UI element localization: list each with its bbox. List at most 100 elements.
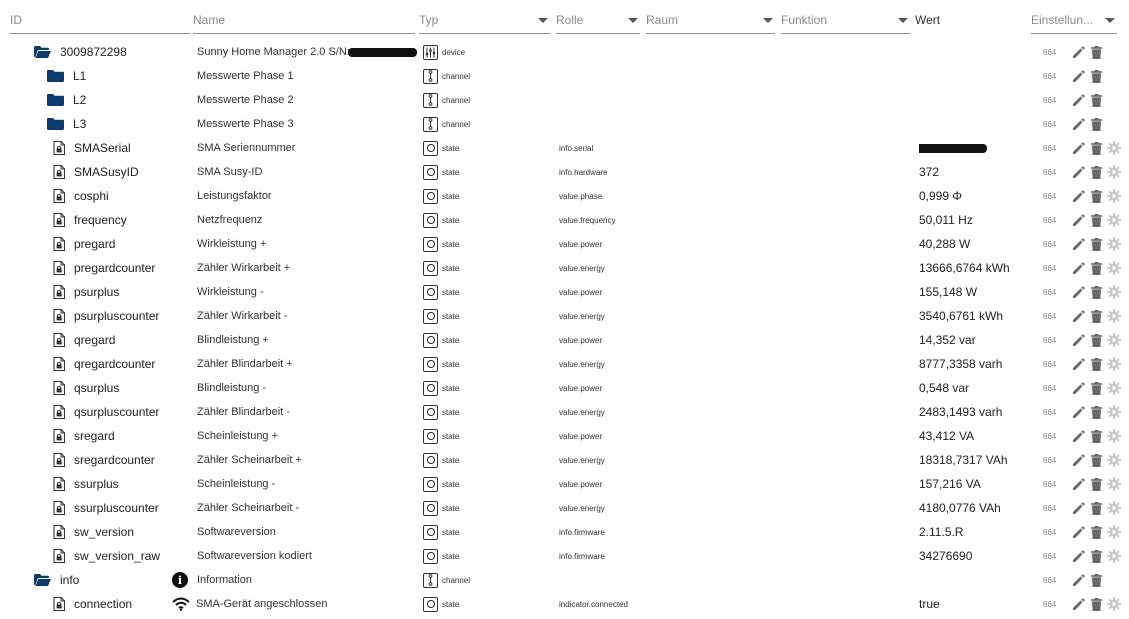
delete-button[interactable] — [1088, 164, 1104, 180]
settings-button[interactable] — [1106, 260, 1122, 276]
id-cell[interactable]: sregard — [53, 424, 115, 448]
edit-button[interactable] — [1070, 356, 1086, 372]
settings-button[interactable] — [1106, 500, 1122, 516]
delete-button[interactable] — [1088, 404, 1104, 420]
header-room-filter[interactable]: Raum — [646, 6, 775, 34]
acl-cell[interactable]: 664 — [1043, 136, 1063, 160]
id-cell[interactable]: ssurpluscounter — [53, 496, 159, 520]
acl-cell[interactable]: 664 — [1043, 496, 1063, 520]
file-lock-icon[interactable] — [53, 212, 66, 228]
delete-button[interactable] — [1088, 476, 1104, 492]
id-cell[interactable]: pregardcounter — [53, 256, 155, 280]
value-cell[interactable]: 372 — [919, 160, 1024, 184]
value-cell[interactable]: 2.11.5.R — [919, 520, 1024, 544]
table-row[interactable]: L1 Messwerte Phase 1 channel 664 — [0, 64, 1129, 88]
edit-button[interactable] — [1070, 500, 1086, 516]
file-lock-icon[interactable] — [53, 428, 66, 444]
delete-button[interactable] — [1088, 308, 1104, 324]
value-cell[interactable]: 4180,0776 VAh — [919, 496, 1024, 520]
delete-button[interactable] — [1088, 44, 1104, 60]
id-cell[interactable]: qsurplus — [53, 376, 119, 400]
settings-button[interactable] — [1106, 140, 1122, 156]
table-row[interactable]: qregardcounter Zähler Blindarbeit + state v… — [0, 352, 1129, 376]
acl-cell[interactable]: 664 — [1043, 376, 1063, 400]
value-cell[interactable]: 43,412 VA — [919, 424, 1024, 448]
header-function-filter[interactable]: Funktion — [781, 6, 910, 34]
value-cell[interactable]: 0,999 Φ — [919, 184, 1024, 208]
table-row[interactable]: ssurpluscounter Zähler Scheinarbeit - stat… — [0, 496, 1129, 520]
value-cell[interactable]: true — [919, 592, 1024, 616]
value-cell[interactable]: 50,011 Hz — [919, 208, 1024, 232]
file-lock-icon[interactable] — [53, 356, 66, 372]
file-lock-icon[interactable] — [53, 188, 66, 204]
header-type-filter[interactable]: Typ — [419, 6, 550, 34]
delete-button[interactable] — [1088, 500, 1104, 516]
settings-button[interactable] — [1106, 404, 1122, 420]
table-row[interactable]: info i Information channel 664 — [0, 568, 1129, 592]
table-row[interactable]: SMASerial SMA Seriennummer state info.seria… — [0, 136, 1129, 160]
edit-button[interactable] — [1070, 44, 1086, 60]
table-row[interactable]: qsurpluscounter Zähler Blindarbeit - state… — [0, 400, 1129, 424]
edit-button[interactable] — [1070, 260, 1086, 276]
edit-button[interactable] — [1070, 68, 1086, 84]
table-row[interactable]: sregard Scheinleistung + state value.power 4… — [0, 424, 1129, 448]
settings-button[interactable] — [1106, 380, 1122, 396]
file-lock-icon[interactable] — [53, 524, 66, 540]
edit-button[interactable] — [1070, 380, 1086, 396]
id-cell[interactable]: frequency — [53, 208, 127, 232]
delete-button[interactable] — [1088, 68, 1104, 84]
table-row[interactable]: 3009872298 Sunny Home Manager 2.0 S/N: dev… — [0, 40, 1129, 64]
table-row[interactable]: pregardcounter Zähler Wirkarbeit + state va… — [0, 256, 1129, 280]
header-role-filter[interactable]: Rolle — [556, 6, 640, 34]
acl-cell[interactable]: 664 — [1043, 232, 1063, 256]
folder-icon[interactable] — [47, 70, 64, 82]
edit-button[interactable] — [1070, 548, 1086, 564]
id-cell[interactable]: qregard — [53, 328, 115, 352]
file-lock-icon[interactable] — [53, 284, 66, 300]
acl-cell[interactable]: 664 — [1043, 208, 1063, 232]
file-lock-icon[interactable] — [53, 140, 66, 156]
file-lock-icon[interactable] — [53, 236, 66, 252]
table-row[interactable]: psurpluscounter Zähler Wirkarbeit - state v… — [0, 304, 1129, 328]
settings-button[interactable] — [1106, 356, 1122, 372]
acl-cell[interactable]: 664 — [1043, 40, 1063, 64]
file-lock-icon[interactable] — [53, 332, 66, 348]
file-lock-icon[interactable] — [53, 404, 66, 420]
table-row[interactable]: qregard Blindleistung + state value.power 14… — [0, 328, 1129, 352]
id-cell[interactable]: psurpluscounter — [53, 304, 159, 328]
id-cell[interactable]: connection — [53, 592, 132, 616]
folder-open-icon[interactable] — [34, 574, 51, 586]
delete-button[interactable] — [1088, 260, 1104, 276]
table-row[interactable]: sregardcounter Zähler Scheinarbeit + state… — [0, 448, 1129, 472]
id-cell[interactable]: ssurplus — [53, 472, 119, 496]
table-row[interactable]: connection SMA-Gerät angeschlossen state in… — [0, 592, 1129, 616]
delete-button[interactable] — [1088, 428, 1104, 444]
acl-cell[interactable]: 664 — [1043, 160, 1063, 184]
acl-cell[interactable]: 664 — [1043, 544, 1063, 568]
delete-button[interactable] — [1088, 356, 1104, 372]
table-row[interactable]: cosphi Leistungsfaktor state value.phase 0,9… — [0, 184, 1129, 208]
delete-button[interactable] — [1088, 332, 1104, 348]
value-cell[interactable]: 155,148 W — [919, 280, 1024, 304]
edit-button[interactable] — [1070, 164, 1086, 180]
delete-button[interactable] — [1088, 140, 1104, 156]
id-cell[interactable]: sregardcounter — [53, 448, 155, 472]
id-cell[interactable]: L3 — [47, 112, 86, 136]
id-cell[interactable]: SMASerial — [53, 136, 131, 160]
edit-button[interactable] — [1070, 428, 1086, 444]
id-cell[interactable]: pregard — [53, 232, 115, 256]
delete-button[interactable] — [1088, 236, 1104, 252]
edit-button[interactable] — [1070, 92, 1086, 108]
delete-button[interactable] — [1088, 572, 1104, 588]
delete-button[interactable] — [1088, 116, 1104, 132]
file-lock-icon[interactable] — [53, 596, 66, 612]
edit-button[interactable] — [1070, 188, 1086, 204]
acl-cell[interactable]: 664 — [1043, 400, 1063, 424]
delete-button[interactable] — [1088, 188, 1104, 204]
value-cell[interactable]: 0,548 var — [919, 376, 1024, 400]
folder-open-icon[interactable] — [34, 46, 51, 58]
file-lock-icon[interactable] — [53, 476, 66, 492]
acl-cell[interactable]: 664 — [1043, 112, 1063, 136]
folder-icon[interactable] — [47, 94, 64, 106]
id-cell[interactable]: qregardcounter — [53, 352, 155, 376]
